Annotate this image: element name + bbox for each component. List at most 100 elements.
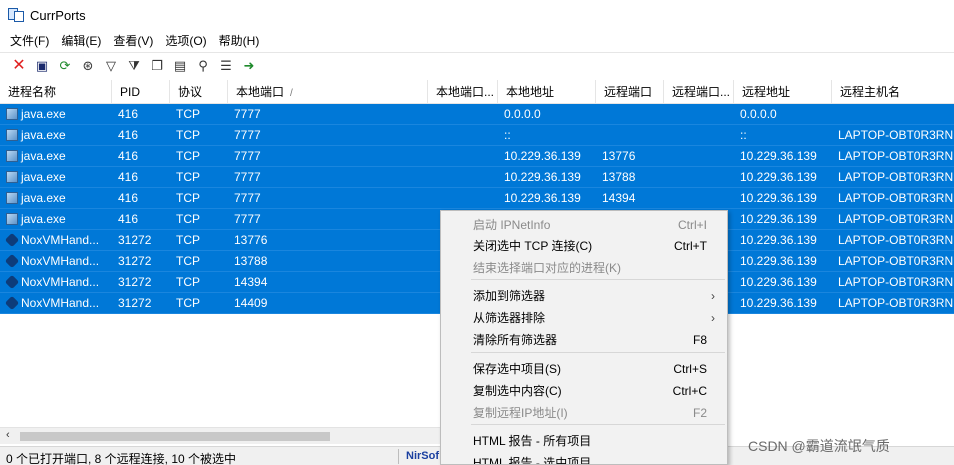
exit-icon[interactable]: ➜ <box>240 57 258 75</box>
context-menu-item[interactable]: 从筛选器排除 › <box>441 307 727 329</box>
col-remote-port-name[interactable]: 远程端口... <box>664 80 734 104</box>
cell-local-port: 7777 <box>228 167 428 188</box>
cell-local-port: 7777 <box>228 209 428 230</box>
cell-local-port-name <box>428 125 498 146</box>
cell-remote-port <box>596 125 664 146</box>
refresh-icon[interactable]: ⟳ <box>56 57 74 75</box>
cell-text: 416 <box>118 149 139 163</box>
filter-icon[interactable]: ▽ <box>102 57 120 75</box>
cell-text: 14394 <box>234 275 268 289</box>
nirsoft-link[interactable]: NirSof <box>406 450 439 462</box>
cell-remote-port: 14394 <box>596 188 664 209</box>
cell-protocol: TCP <box>170 272 228 293</box>
col-local-address[interactable]: 本地地址 <box>498 80 596 104</box>
context-menu-item[interactable]: HTML 报告 - 选中项目 <box>441 452 727 464</box>
cell-protocol: TCP <box>170 125 228 146</box>
cell-pid: 31272 <box>112 230 170 251</box>
cell-text: 31272 <box>118 254 152 268</box>
cell-pid: 416 <box>112 146 170 167</box>
nox-process-icon <box>4 253 20 269</box>
cell-text: java.exe <box>21 212 66 226</box>
context-menu-item[interactable]: 复制选中内容(C) Ctrl+C <box>441 380 727 402</box>
cell-protocol: TCP <box>170 230 228 251</box>
cell-pid: 416 <box>112 209 170 230</box>
cell-text: TCP <box>176 275 200 289</box>
options-icon[interactable]: ⊛ <box>79 57 97 75</box>
cell-text: NoxVMHand... <box>21 275 100 289</box>
cell-text: 416 <box>118 128 139 142</box>
scroll-thumb[interactable] <box>20 432 330 441</box>
cell-remote-address: 10.229.36.139 <box>734 230 832 251</box>
scroll-left-icon[interactable]: ‹ <box>6 429 10 441</box>
cell-pid: 31272 <box>112 293 170 314</box>
context-menu-item[interactable]: 关闭选中 TCP 连接(C) Ctrl+T <box>441 235 727 257</box>
cell-text: java.exe <box>21 191 66 205</box>
cell-remote-host: LAPTOP-OBT0R3RN <box>832 272 954 293</box>
cell-local-port: 14394 <box>228 272 428 293</box>
menu-help[interactable]: 帮助(H) <box>213 30 266 52</box>
cell-process-name: NoxVMHand... <box>0 272 112 293</box>
cell-text: TCP <box>176 254 200 268</box>
java-process-icon <box>6 171 18 183</box>
html-report-icon[interactable]: ☰ <box>217 57 235 75</box>
context-menu-item[interactable]: HTML 报告 - 所有项目 <box>441 430 727 452</box>
java-process-icon <box>6 108 18 120</box>
properties-icon[interactable]: ▤ <box>171 57 189 75</box>
cell-protocol: TCP <box>170 104 228 125</box>
table-row[interactable]: java.exe 416 TCP 7777 10.229.36.139 14394 10.2… <box>0 188 954 209</box>
copy-icon[interactable]: ❐ <box>148 57 166 75</box>
cell-local-port: 13776 <box>228 230 428 251</box>
cell-text: NoxVMHand... <box>21 233 100 247</box>
col-remote-address[interactable]: 远程地址 <box>734 80 832 104</box>
table-row[interactable]: java.exe 416 TCP 7777 10.229.36.139 13788 10.2… <box>0 167 954 188</box>
cell-local-port: 7777 <box>228 188 428 209</box>
col-pid[interactable]: PID <box>112 80 170 104</box>
col-protocol[interactable]: 协议 <box>170 80 228 104</box>
cell-text: :: <box>504 128 511 142</box>
cell-remote-address: :: <box>734 125 832 146</box>
cell-local-address: 10.229.36.139 <box>498 146 596 167</box>
menu-options[interactable]: 选项(O) <box>159 30 212 52</box>
cell-text: 10.229.36.139 <box>740 170 817 184</box>
cell-pid: 416 <box>112 188 170 209</box>
close-connection-icon[interactable]: ✕ <box>10 57 28 75</box>
cell-pid: 416 <box>112 104 170 125</box>
java-process-icon <box>6 150 18 162</box>
menu-edit[interactable]: 编辑(E) <box>55 30 107 52</box>
cell-remote-host: LAPTOP-OBT0R3RN <box>832 146 954 167</box>
cell-remote-host: LAPTOP-OBT0R3RN <box>832 293 954 314</box>
cell-text: 7777 <box>234 128 261 142</box>
cell-text: 13776 <box>234 233 268 247</box>
cell-text: 416 <box>118 212 139 226</box>
cell-protocol: TCP <box>170 209 228 230</box>
save-icon[interactable]: ▣ <box>33 57 51 75</box>
find-icon[interactable]: ⚲ <box>194 57 212 75</box>
advanced-filter-icon[interactable]: ⧩ <box>125 57 143 75</box>
col-remote-port[interactable]: 远程端口 <box>596 80 664 104</box>
context-menu-item[interactable]: 保存选中项目(S) Ctrl+S <box>441 358 727 380</box>
cell-protocol: TCP <box>170 251 228 272</box>
menu-file[interactable]: 文件(F) <box>4 30 55 52</box>
cell-text: LAPTOP-OBT0R3RN <box>838 296 954 310</box>
table-row[interactable]: java.exe 416 TCP 7777 0.0.0.0 0.0.0.0 <box>0 104 954 125</box>
cell-process-name: java.exe <box>0 125 112 146</box>
col-local-port-name[interactable]: 本地端口... <box>428 80 498 104</box>
col-local-port[interactable]: 本地端口 / <box>228 80 428 104</box>
table-row[interactable]: java.exe 416 TCP 7777 10.229.36.139 13776 10.2… <box>0 146 954 167</box>
cell-local-address: 10.229.36.139 <box>498 167 596 188</box>
context-menu-item[interactable]: 添加到筛选器 › <box>441 285 727 307</box>
cell-text: TCP <box>176 107 200 121</box>
cell-local-address: 0.0.0.0 <box>498 104 596 125</box>
cell-text: TCP <box>176 170 200 184</box>
cell-text: 31272 <box>118 296 152 310</box>
horizontal-scrollbar[interactable]: ‹ <box>0 427 440 444</box>
menu-view[interactable]: 查看(V) <box>107 30 159 52</box>
menu-separator <box>471 352 725 353</box>
context-menu-item[interactable]: 清除所有筛选器 F8 <box>441 329 727 351</box>
col-process-name[interactable]: 进程名称 <box>0 80 112 104</box>
cell-text: 416 <box>118 191 139 205</box>
col-remote-host[interactable]: 远程主机名 <box>832 80 954 104</box>
cell-text: TCP <box>176 128 200 142</box>
table-row[interactable]: java.exe 416 TCP 7777:::: LAPTOP-OBT0R3RN <box>0 125 954 146</box>
context-menu-item: 结束选择端口对应的进程(K) <box>441 257 727 279</box>
